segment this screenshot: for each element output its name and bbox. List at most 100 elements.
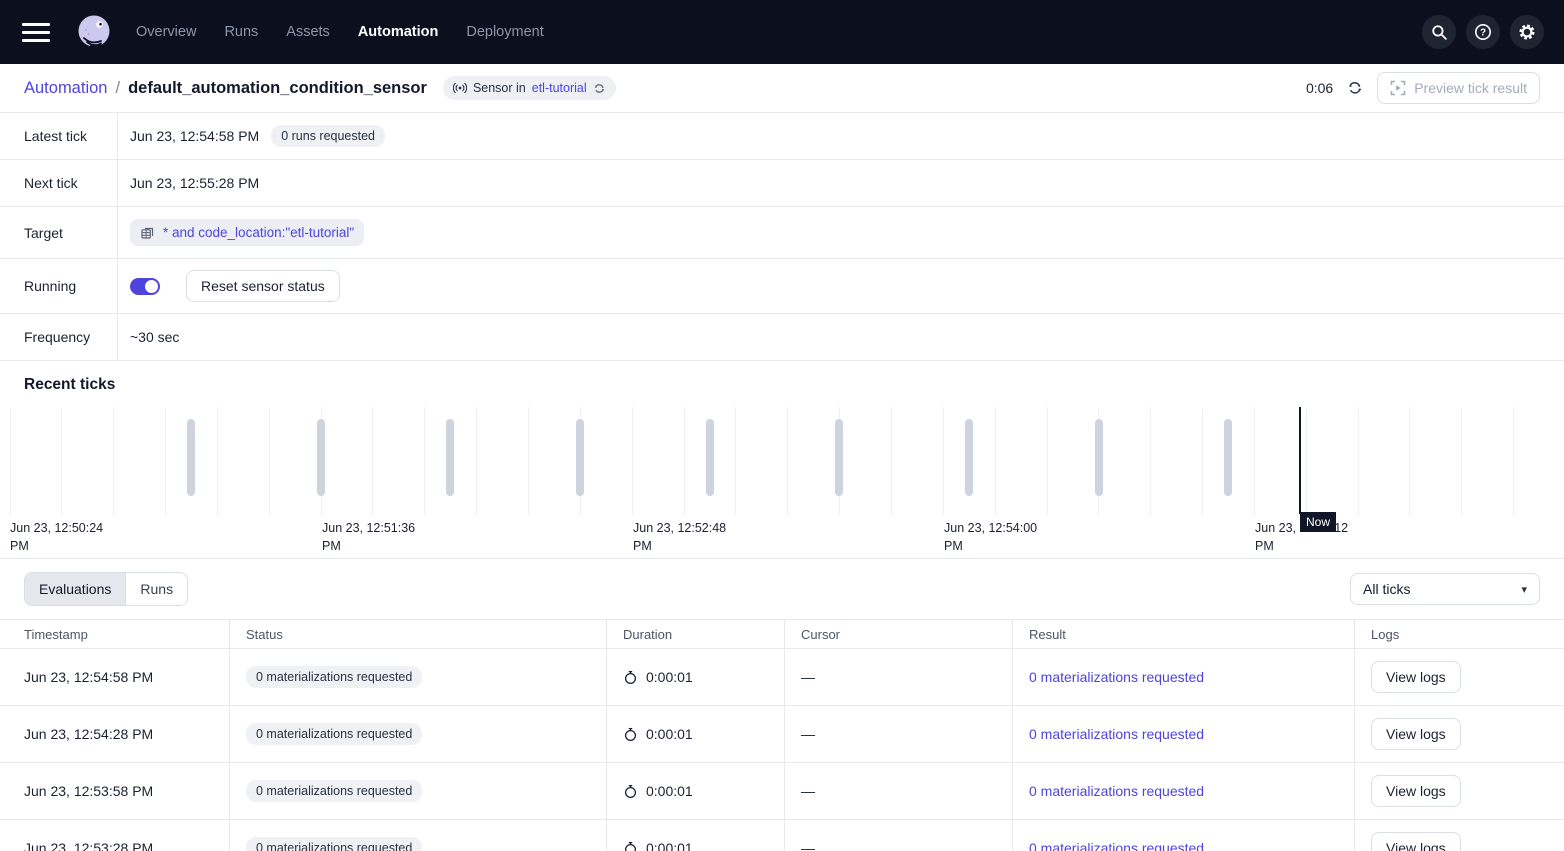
refresh-countdown: 0:06: [1306, 80, 1333, 96]
timeline-gridline: [943, 407, 944, 516]
page-title: default_automation_condition_sensor: [128, 79, 427, 98]
timeline-gridline: [476, 407, 477, 516]
column-header-cursor: Cursor: [785, 620, 1013, 648]
runs-requested-badge: 0 runs requested: [271, 125, 385, 147]
timeline-gridline: [1254, 407, 1255, 516]
now-marker-line: [1299, 407, 1301, 514]
tick-status-badge: 0 materializations requested: [246, 666, 422, 688]
timeline-gridline: [891, 407, 892, 516]
timeline-axis-label: Jun 23, 12:51:36 PM: [322, 519, 430, 555]
view-logs-button[interactable]: View logs: [1371, 661, 1461, 693]
table-body: Jun 23, 12:54:58 PM 0 materializations r…: [0, 649, 1564, 851]
sensor-icon: [453, 81, 467, 95]
running-row: Running Reset sensor status: [0, 259, 1564, 314]
asset-selection-text: * and code_location:"etl-tutorial": [163, 225, 354, 240]
sync-icon[interactable]: [593, 82, 606, 95]
menu-icon[interactable]: [22, 23, 50, 42]
tick-bar[interactable]: [446, 419, 454, 496]
column-header-timestamp: Timestamp: [0, 620, 230, 648]
tick-bar[interactable]: [965, 419, 973, 496]
next-tick-row: Next tick Jun 23, 12:55:28 PM: [0, 160, 1564, 207]
next-tick-value: Jun 23, 12:55:28 PM: [130, 175, 259, 191]
stopwatch-icon: [623, 841, 638, 851]
timeline-gridline: [1047, 407, 1048, 516]
timeline-gridline: [1358, 407, 1359, 516]
tick-duration: 0:00:01: [646, 783, 693, 799]
latest-tick-label: Latest tick: [0, 113, 118, 159]
stopwatch-icon: [623, 670, 638, 685]
table-row: Jun 23, 12:54:58 PM 0 materializations r…: [0, 649, 1564, 706]
chevron-down-icon: ▾: [1521, 583, 1527, 596]
tick-cursor: —: [801, 669, 815, 685]
timeline-gridline: [1513, 407, 1514, 516]
dagster-logo-icon[interactable]: [74, 12, 114, 52]
top-navigation: Overview Runs Assets Automation Deployment ?: [0, 0, 1564, 64]
tick-duration: 0:00:01: [646, 669, 693, 685]
preview-tick-result-button[interactable]: Preview tick result: [1377, 72, 1540, 104]
preview-button-label: Preview tick result: [1414, 80, 1527, 96]
frequency-row: Frequency ~30 sec: [0, 314, 1564, 361]
next-tick-label: Next tick: [0, 160, 118, 206]
tick-bar[interactable]: [187, 419, 195, 496]
timeline-gridline: [684, 407, 685, 516]
svg-text:?: ?: [1480, 28, 1486, 39]
tick-timestamp: Jun 23, 12:53:58 PM: [24, 783, 153, 799]
asset-selection-chip[interactable]: * and code_location:"etl-tutorial": [130, 219, 364, 246]
view-logs-button[interactable]: View logs: [1371, 832, 1461, 851]
tick-duration: 0:00:01: [646, 726, 693, 742]
target-label: Target: [0, 207, 118, 258]
breadcrumb-automation-link[interactable]: Automation: [24, 79, 107, 98]
tick-timestamp: Jun 23, 12:54:28 PM: [24, 726, 153, 742]
recent-ticks-timeline[interactable]: Jun 23, 12:50:24 PM Jun 23, 12:51:36 PM Ju…: [0, 407, 1564, 559]
tab-runs[interactable]: Runs: [125, 573, 187, 605]
frequency-value: ~30 sec: [130, 329, 179, 345]
timeline-gridline: [165, 407, 166, 516]
nav-item-overview[interactable]: Overview: [136, 24, 196, 40]
tick-cursor: —: [801, 726, 815, 742]
tick-bar[interactable]: [1224, 419, 1232, 496]
timeline-gridline: [528, 407, 529, 516]
tick-result-link[interactable]: 0 materializations requested: [1029, 726, 1204, 742]
tick-filter-select[interactable]: All ticks ▾: [1350, 573, 1540, 605]
target-row: Target * and code_location:"etl-tutorial…: [0, 207, 1564, 259]
timeline-axis-label: Jun 23, 12:50:24 PM: [10, 519, 118, 555]
tick-bar[interactable]: [317, 419, 325, 496]
tick-cursor: —: [801, 840, 815, 851]
sensor-location-badge: Sensor in etl-tutorial: [443, 76, 616, 100]
running-toggle[interactable]: [130, 278, 160, 295]
table-row: Jun 23, 12:53:58 PM 0 materializations r…: [0, 763, 1564, 820]
tick-duration: 0:00:01: [646, 840, 693, 851]
timeline-axis-label: Jun 23, 12:52:48 PM: [633, 519, 741, 555]
timeline-gridline: [10, 407, 11, 516]
tick-result-link[interactable]: 0 materializations requested: [1029, 840, 1204, 851]
search-icon[interactable]: [1422, 15, 1456, 49]
view-logs-button[interactable]: View logs: [1371, 775, 1461, 807]
tick-status-badge: 0 materializations requested: [246, 837, 422, 851]
view-logs-button[interactable]: View logs: [1371, 718, 1461, 750]
timeline-gridline: [995, 407, 996, 516]
nav-item-automation[interactable]: Automation: [358, 24, 439, 40]
tick-bar[interactable]: [576, 419, 584, 496]
help-icon[interactable]: ?: [1466, 15, 1500, 49]
tick-timestamp: Jun 23, 12:54:58 PM: [24, 669, 153, 685]
reset-sensor-status-button[interactable]: Reset sensor status: [186, 270, 340, 302]
tick-bar[interactable]: [1095, 419, 1103, 496]
refresh-icon[interactable]: [1347, 80, 1363, 96]
tick-result-link[interactable]: 0 materializations requested: [1029, 669, 1204, 685]
tick-bar[interactable]: [706, 419, 714, 496]
tick-bar[interactable]: [835, 419, 843, 496]
recent-ticks-heading: Recent ticks: [0, 361, 1564, 407]
timeline-axis-label: Jun 23, 12:54:00 PM: [944, 519, 1052, 555]
nav-item-runs[interactable]: Runs: [224, 24, 258, 40]
code-location-link[interactable]: etl-tutorial: [532, 81, 587, 95]
tab-evaluations[interactable]: Evaluations: [25, 573, 125, 605]
tick-timestamp: Jun 23, 12:53:28 PM: [24, 840, 153, 851]
nav-item-assets[interactable]: Assets: [286, 24, 330, 40]
timeline-gridline: [424, 407, 425, 516]
column-header-logs: Logs: [1355, 620, 1564, 648]
tick-cursor: —: [801, 783, 815, 799]
nav-item-deployment[interactable]: Deployment: [466, 24, 543, 40]
timeline-gridline: [1306, 407, 1307, 516]
tick-result-link[interactable]: 0 materializations requested: [1029, 783, 1204, 799]
settings-gear-icon[interactable]: [1510, 15, 1544, 49]
